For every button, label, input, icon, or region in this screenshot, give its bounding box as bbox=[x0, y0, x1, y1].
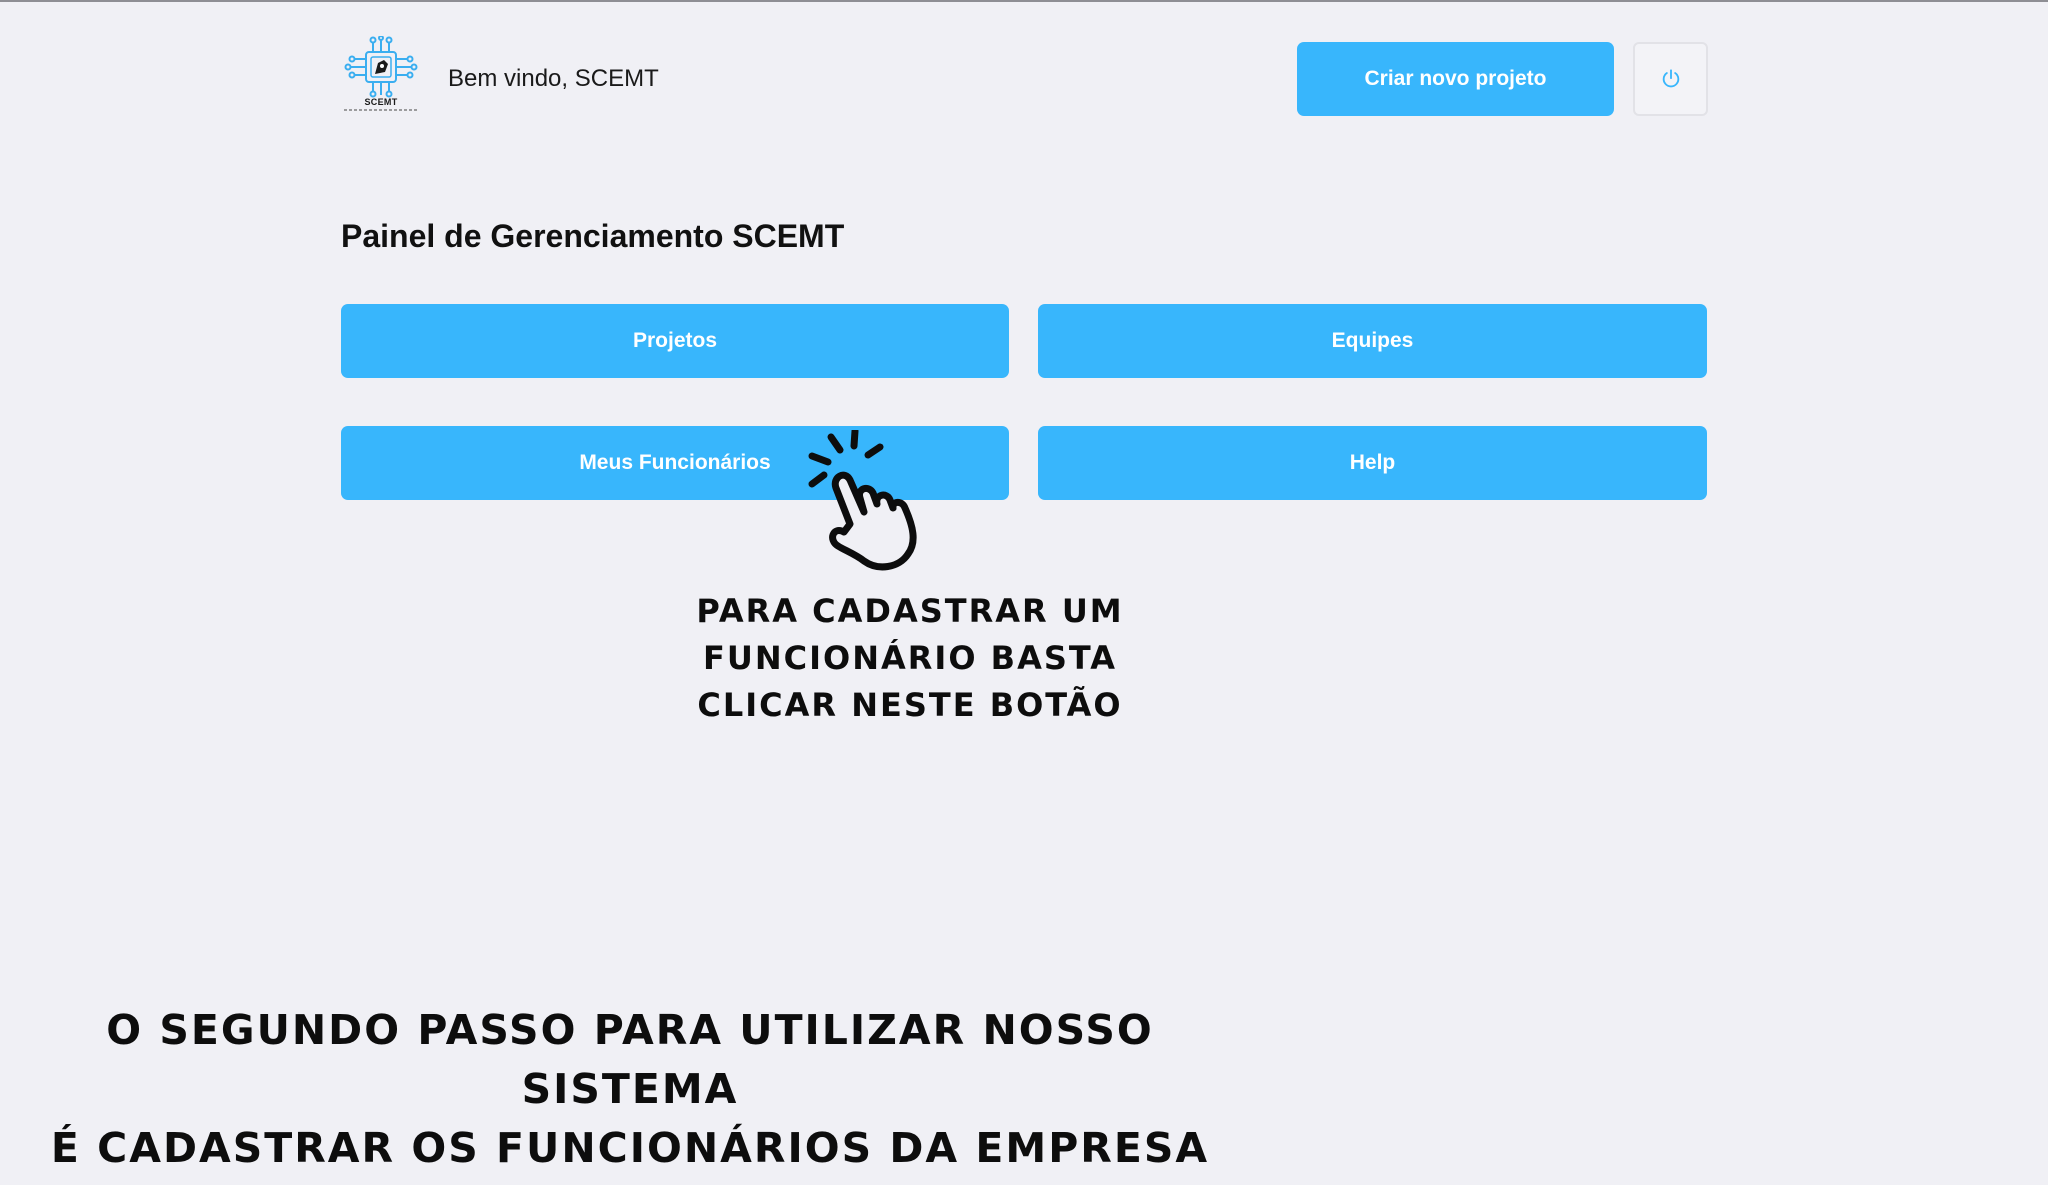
step-note: O SEGUNDO PASSO PARA UTILIZAR NOSSO SIST… bbox=[40, 1001, 1220, 1178]
power-icon bbox=[1662, 69, 1679, 88]
pointing-hand-icon bbox=[808, 430, 917, 571]
top-border bbox=[0, 0, 2048, 2]
my-employees-label: Meus Funcionários bbox=[579, 451, 771, 474]
callout-line: PARA CADASTRAR UM bbox=[696, 592, 1124, 630]
help-button[interactable]: Help bbox=[1038, 426, 1707, 500]
help-label: Help bbox=[1349, 451, 1396, 474]
welcome-message: Bem vindo, SCEMT bbox=[448, 65, 659, 92]
teams-label: Equipes bbox=[1331, 329, 1414, 352]
logout-button[interactable] bbox=[1633, 42, 1708, 116]
callout-line: FUNCIONÁRIO BASTA bbox=[703, 639, 1117, 677]
step-note-line: É CADASTRAR OS FUNCIONÁRIOS DA EMPRESA bbox=[50, 1124, 1210, 1172]
instruction-callout: PARA CADASTRAR UM FUNCIONÁRIO BASTA CLIC… bbox=[640, 588, 1180, 729]
callout-line: CLICAR NESTE BOTÃO bbox=[697, 686, 1123, 724]
teams-button[interactable]: Equipes bbox=[1038, 304, 1707, 378]
page-title: Painel de Gerenciamento SCEMT bbox=[341, 218, 845, 254]
logo-tagline bbox=[344, 109, 418, 111]
scemt-logo: SCEMT bbox=[342, 36, 420, 118]
logo-wordmark: SCEMT bbox=[364, 97, 398, 107]
step-note-line: O SEGUNDO PASSO PARA UTILIZAR NOSSO SIST… bbox=[106, 1006, 1154, 1113]
create-project-button[interactable]: Criar novo projeto bbox=[1297, 42, 1614, 116]
projects-button[interactable]: Projetos bbox=[341, 304, 1009, 378]
create-project-label: Criar novo projeto bbox=[1364, 67, 1547, 90]
projects-label: Projetos bbox=[632, 329, 718, 352]
circuit-chip-icon bbox=[344, 36, 418, 98]
